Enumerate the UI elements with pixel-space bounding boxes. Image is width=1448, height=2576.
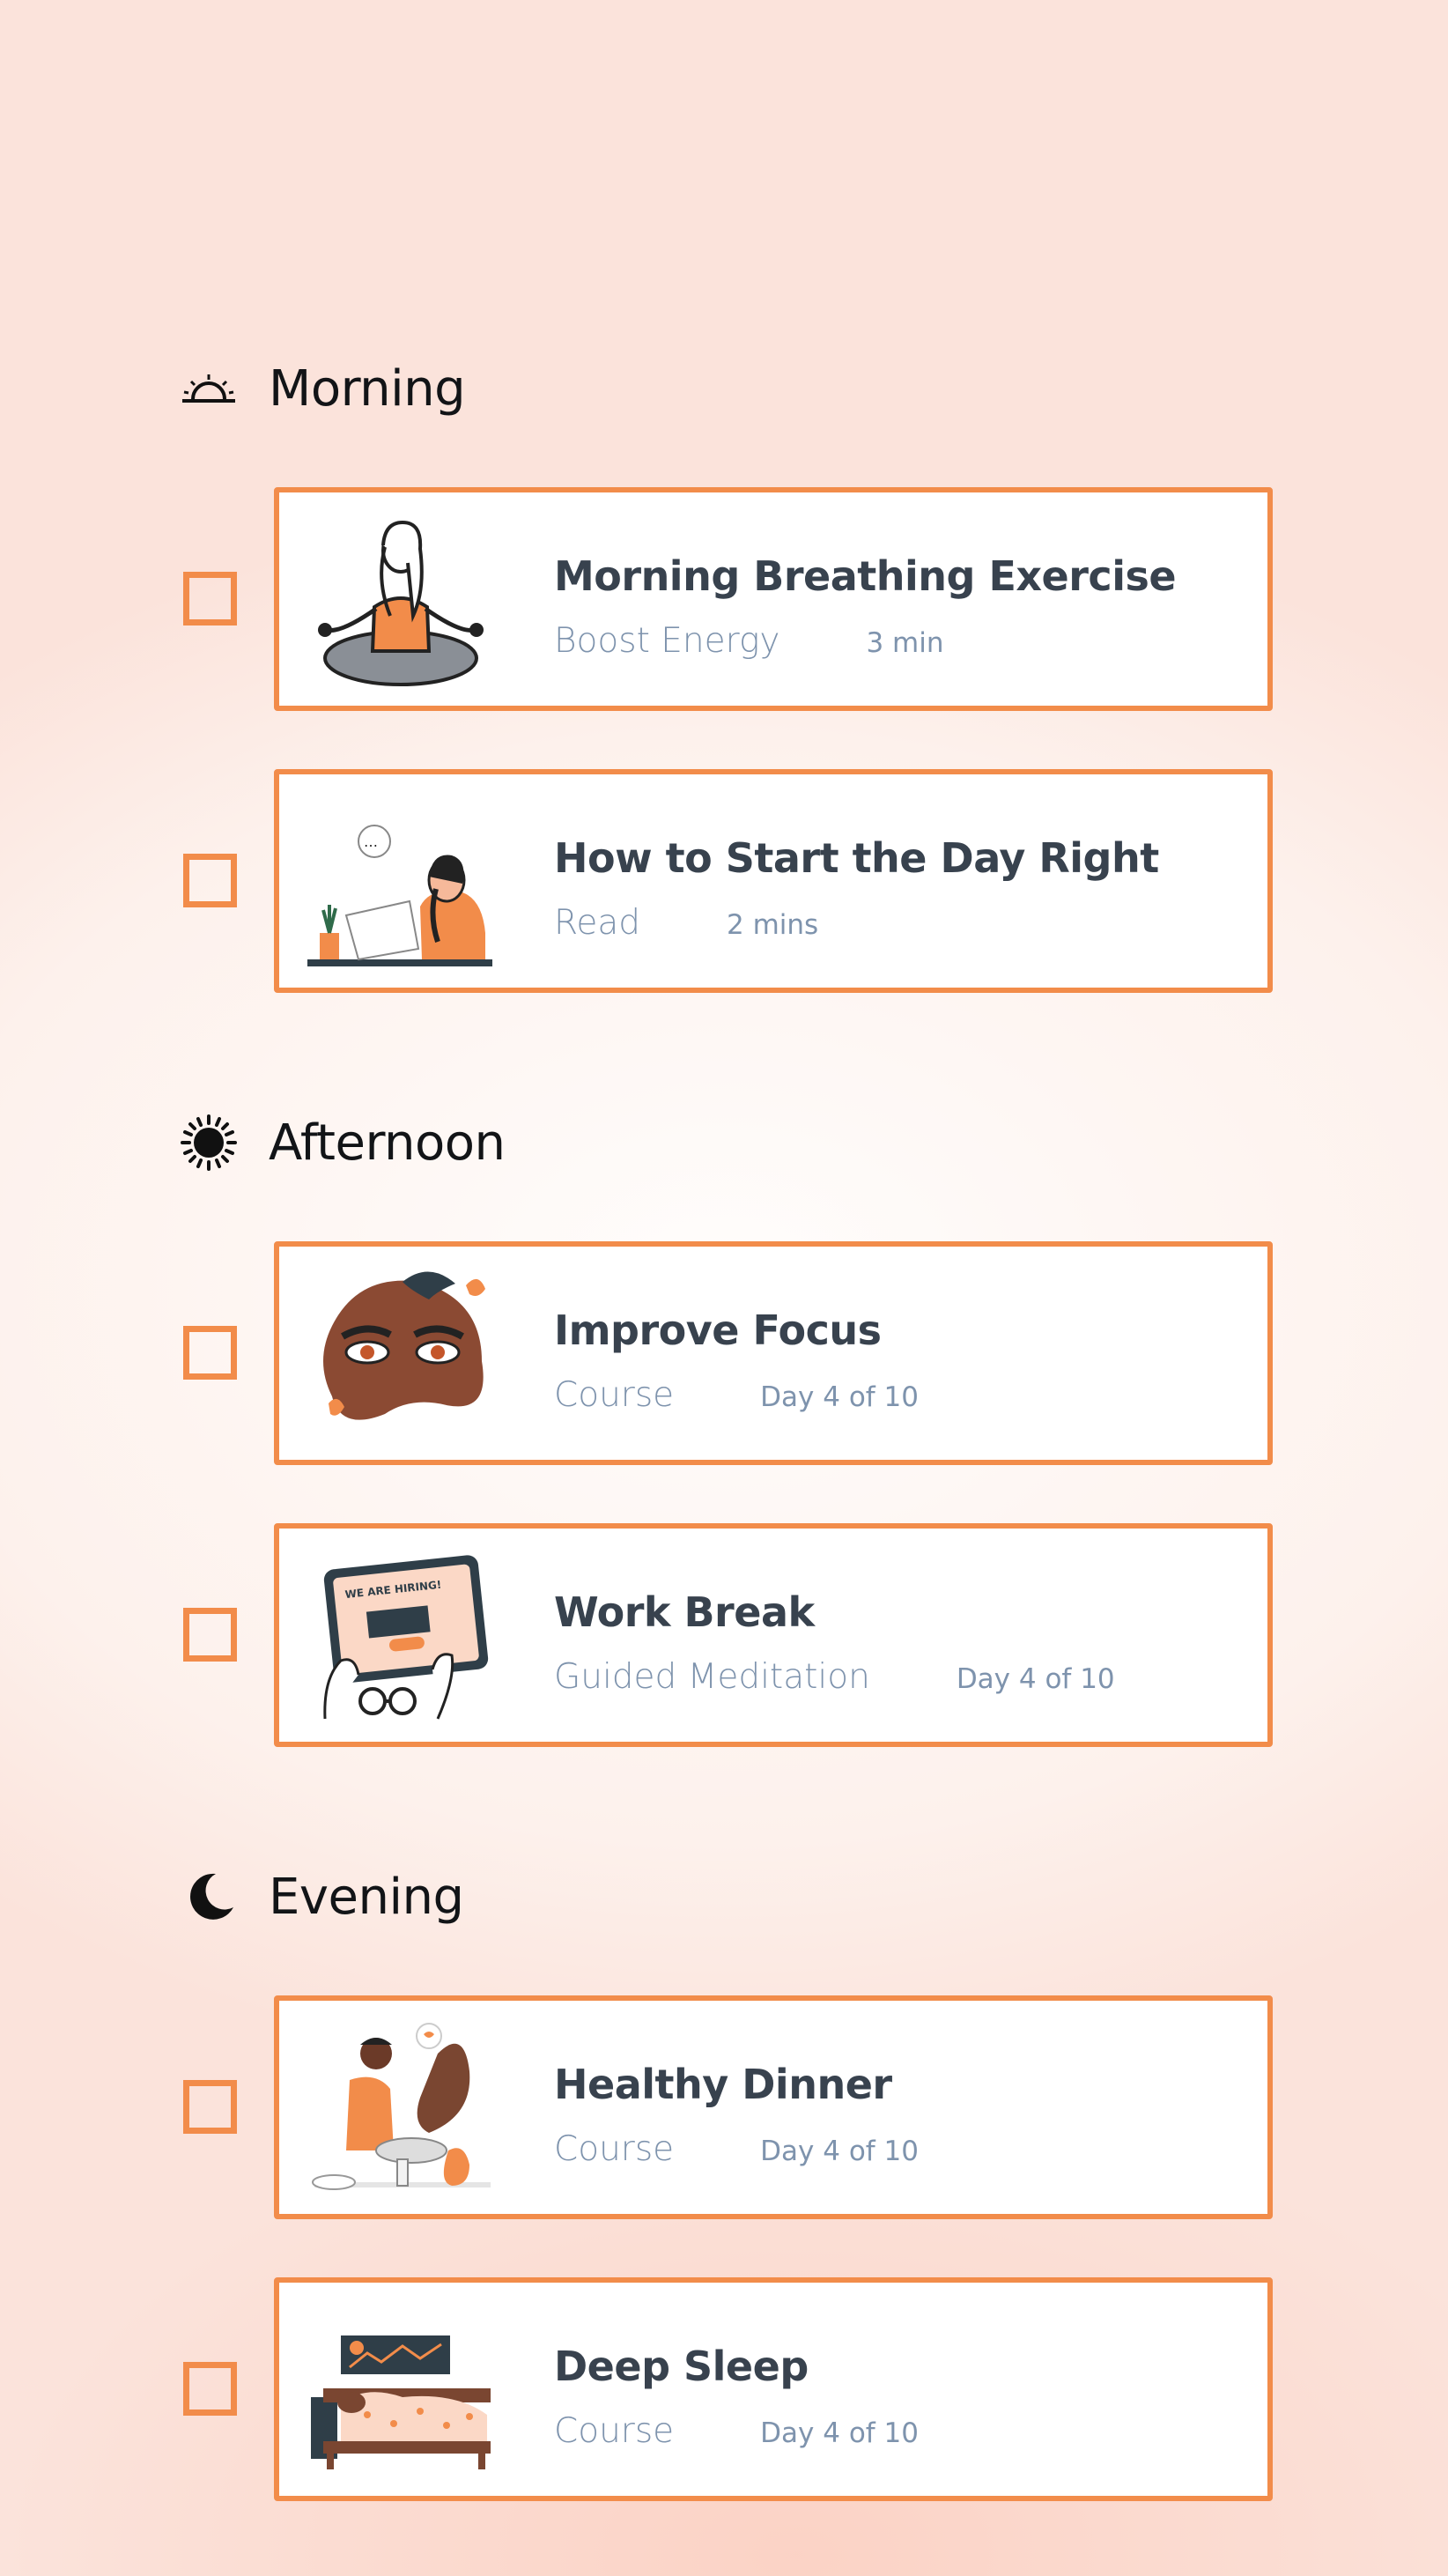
activity-row: Healthy Dinner Course Day 4 of 10 — [181, 1995, 1273, 2219]
activity-card[interactable]: … How to Start the Day Right Read 2 mins — [274, 769, 1273, 993]
section-title: Evening — [269, 1868, 464, 1926]
activity-subtitle: Boost Energy 3 min — [554, 621, 944, 661]
activity-row: Deep Sleep Course Day 4 of 10 — [181, 2277, 1273, 2501]
activity-title: Healthy Dinner — [554, 2061, 892, 2108]
activity-subtitle: Guided Meditation Day 4 of 10 — [554, 1657, 1115, 1697]
activity-row: … How to Start the Day Right Read 2 mins — [181, 769, 1273, 993]
section-header-afternoon: Afternoon — [181, 1107, 506, 1178]
activity-progress: Day 4 of 10 — [760, 2136, 919, 2167]
activity-title: Work Break — [554, 1588, 815, 1636]
activity-progress: Day 4 of 10 — [760, 1381, 919, 1413]
activity-checkbox[interactable] — [183, 2080, 237, 2134]
reading-illustration: … — [306, 792, 499, 972]
moon-icon — [181, 1869, 237, 1925]
activity-type: Course — [554, 2129, 675, 2169]
activity-subtitle: Course Day 4 of 10 — [554, 2411, 919, 2451]
activity-progress: Day 4 of 10 — [760, 2417, 919, 2449]
activity-checkbox[interactable] — [183, 572, 237, 625]
activity-title: How to Start the Day Right — [554, 834, 1159, 882]
section-title: Morning — [269, 359, 466, 418]
activity-checkbox[interactable] — [183, 1608, 237, 1662]
activity-type: Course — [554, 1375, 675, 1415]
section-header-evening: Evening — [181, 1862, 464, 1932]
activity-title: Improve Focus — [554, 1307, 882, 1354]
activity-type: Boost Energy — [554, 621, 780, 661]
section-title: Afternoon — [269, 1114, 506, 1172]
activity-card[interactable]: WE ARE HIRING! Work Break Guided Meditat… — [274, 1523, 1273, 1747]
activity-title: Deep Sleep — [554, 2343, 809, 2390]
activity-type: Read — [554, 903, 640, 943]
activity-title: Morning Breathing Exercise — [554, 552, 1177, 600]
activity-progress: Day 4 of 10 — [956, 1663, 1115, 1695]
sleeping-illustration — [306, 2300, 499, 2480]
section-header-morning: Morning — [181, 353, 466, 424]
activity-checkbox[interactable] — [183, 1326, 237, 1380]
activity-duration: 2 mins — [727, 909, 819, 941]
activity-row: WE ARE HIRING! Work Break Guided Meditat… — [181, 1523, 1273, 1747]
activity-checkbox[interactable] — [183, 854, 237, 907]
activity-checkbox[interactable] — [183, 2362, 237, 2416]
cooking-illustration — [306, 2018, 499, 2198]
activity-subtitle: Course Day 4 of 10 — [554, 1375, 919, 1415]
activity-card[interactable]: Deep Sleep Course Day 4 of 10 — [274, 2277, 1273, 2501]
activity-subtitle: Read 2 mins — [554, 903, 818, 943]
meditation-illustration — [306, 510, 499, 690]
activity-card[interactable]: Morning Breathing Exercise Boost Energy … — [274, 487, 1273, 711]
activity-card[interactable]: Improve Focus Course Day 4 of 10 — [274, 1241, 1273, 1465]
activity-type: Course — [554, 2411, 675, 2451]
activity-card[interactable]: Healthy Dinner Course Day 4 of 10 — [274, 1995, 1273, 2219]
activity-duration: 3 min — [866, 627, 944, 659]
tablet-hiring-illustration: WE ARE HIRING! — [306, 1546, 499, 1726]
svg-text:…: … — [364, 833, 378, 850]
activity-row: Improve Focus Course Day 4 of 10 — [181, 1241, 1273, 1465]
sun-icon — [181, 1114, 237, 1171]
activity-subtitle: Course Day 4 of 10 — [554, 2129, 919, 2169]
activity-row: Morning Breathing Exercise Boost Energy … — [181, 487, 1273, 711]
focus-eyes-illustration — [306, 1264, 499, 1444]
sunrise-icon — [181, 360, 237, 417]
activity-type: Guided Meditation — [554, 1657, 870, 1697]
